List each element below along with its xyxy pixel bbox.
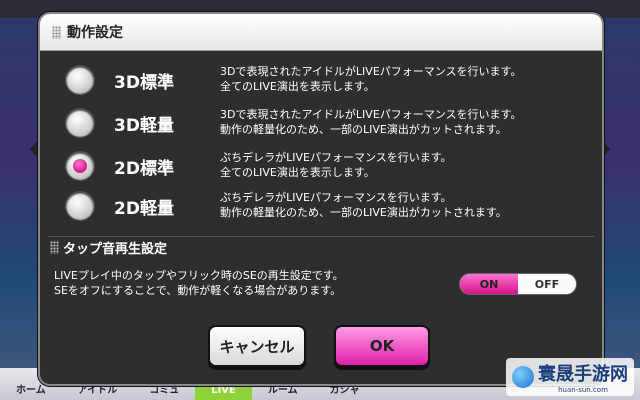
watermark-title: 寰晟手游网: [538, 364, 628, 385]
option-2d-standard[interactable]: 2D標準 ぷちデレラがLIVEパフォーマンスを行います。 全てのLIVE演出を表…: [40, 146, 602, 188]
radio-2d-standard[interactable]: [66, 152, 94, 180]
site-logo-icon: [512, 366, 534, 388]
watermark-subtitle: huan-sun.com: [558, 386, 608, 394]
option-2d-light[interactable]: 2D軽量 ぷちデレラがLIVEパフォーマンスを行います。 動作の軽量化のため、一…: [40, 186, 602, 228]
settings-dialog: 動作設定 3D標準 3Dで表現されたアイドルがLIVEパフォーマンスを行います。…: [40, 14, 602, 384]
option-description: 3Dで表現されたアイドルがLIVEパフォーマンスを行います。 動作の軽量化のため…: [220, 108, 522, 136]
option-label: 3D標準: [114, 73, 174, 93]
section-divider: [48, 236, 594, 237]
option-3d-light[interactable]: 3D軽量 3Dで表現されたアイドルがLIVEパフォーマンスを行います。 動作の軽…: [40, 103, 602, 145]
option-label: 3D軽量: [114, 116, 174, 136]
ok-button[interactable]: OK: [336, 327, 428, 365]
tap-sound-title: タップ音再生設定: [63, 242, 168, 257]
radio-2d-light[interactable]: [66, 192, 94, 220]
tap-sound-toggle[interactable]: ON OFF: [460, 274, 576, 294]
option-3d-standard[interactable]: 3D標準 3Dで表現されたアイドルがLIVEパフォーマンスを行います。 全てのL…: [40, 60, 602, 102]
option-description: ぷちデレラがLIVEパフォーマンスを行います。 動作の軽量化のため、一部のLIV…: [220, 191, 507, 219]
option-label: 2D標準: [114, 159, 174, 179]
dialog-title: 動作設定: [67, 25, 123, 41]
site-watermark: 寰晟手游网 huan-sun.com: [506, 358, 634, 396]
nav-live[interactable]: LIVE: [195, 385, 252, 400]
tap-sound-header: タップ音再生設定: [50, 238, 167, 257]
radio-3d-light[interactable]: [66, 109, 94, 137]
toggle-on-button[interactable]: ON: [460, 274, 518, 294]
dialog-header: 動作設定: [40, 14, 602, 51]
radio-3d-standard[interactable]: [66, 66, 94, 94]
grip-icon: [52, 25, 61, 39]
option-description: 3Dで表現されたアイドルがLIVEパフォーマンスを行います。 全てのLIVE演出…: [220, 65, 522, 93]
option-label: 2D軽量: [114, 199, 174, 219]
tap-sound-description: LIVEプレイ中のタップやフリック時のSEの再生設定です。 SEをオフにすること…: [54, 269, 344, 297]
grip-icon: [50, 241, 59, 254]
cancel-button[interactable]: キャンセル: [210, 327, 304, 365]
toggle-off-button[interactable]: OFF: [518, 274, 576, 294]
option-description: ぷちデレラがLIVEパフォーマンスを行います。 全てのLIVE演出を表示します。: [220, 151, 452, 179]
